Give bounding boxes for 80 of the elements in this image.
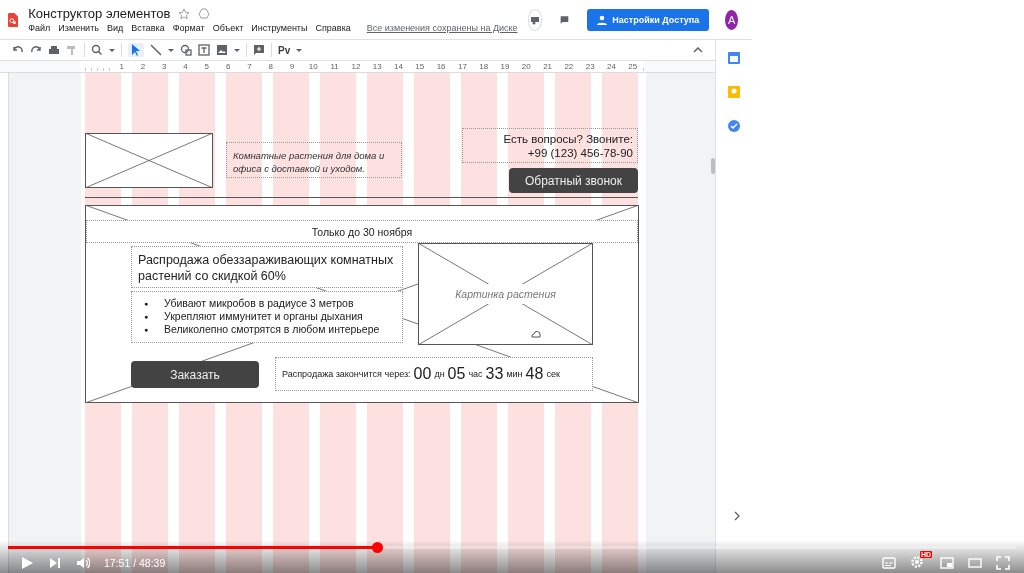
countdown-unit: мин (506, 369, 523, 379)
time-display: 17:51 / 48:39 (104, 557, 166, 569)
countdown-label: Распродажа закончится через: (282, 369, 411, 379)
banner-text: Только до 30 ноября (311, 225, 413, 238)
countdown-unit: дн (434, 369, 445, 379)
scrollbar-thumb[interactable] (711, 158, 715, 174)
share-button[interactable]: Настройки Доступа (587, 8, 710, 31)
caret-icon[interactable] (296, 48, 303, 52)
presenter-icon (529, 14, 540, 25)
print-icon[interactable] (48, 45, 60, 55)
countdown-value: 00 (413, 365, 432, 383)
ruler-number: 9 (281, 62, 303, 71)
next-icon[interactable] (48, 556, 62, 570)
scrubber-handle[interactable] (371, 542, 383, 553)
bullet-item: Укрепляют иммунитет и органы дыхания (164, 310, 364, 323)
miniplayer-icon[interactable] (940, 556, 954, 570)
avatar[interactable]: A (725, 9, 738, 30)
countdown-value: 33 (485, 365, 504, 383)
countdown-unit: сек (546, 369, 560, 379)
fullscreen-icon[interactable] (996, 556, 1010, 570)
bullet-item: Убивают микробов в радиусе 3 метров (164, 297, 355, 310)
ruler-number: 6 (217, 62, 239, 71)
play-icon[interactable] (20, 556, 34, 570)
cursor-icon[interactable] (128, 43, 144, 57)
ruler-number: 11 (323, 62, 346, 71)
ruler-number: 2 (132, 62, 154, 71)
text-tool-button[interactable]: Pv (278, 44, 291, 56)
save-status-link[interactable]: Все изменения сохранены на Диске (366, 23, 518, 33)
caret-icon[interactable] (168, 48, 174, 52)
ruler-number: 20 (515, 62, 537, 71)
expand-panel-icon[interactable] (734, 511, 740, 521)
menu-item[interactable]: Формат (172, 23, 205, 33)
ruler-number: 22 (558, 62, 580, 71)
menu-item[interactable]: Объект (212, 23, 244, 33)
countdown-unit: час (468, 369, 483, 379)
undo-icon[interactable] (12, 45, 24, 55)
volume-icon[interactable] (76, 556, 90, 570)
line-icon[interactable] (150, 44, 162, 56)
subtitles-icon[interactable] (882, 556, 896, 570)
caret-icon[interactable] (234, 48, 240, 52)
order-button[interactable]: Заказать (131, 361, 259, 388)
caret-icon[interactable] (109, 48, 115, 52)
ruler-number: 15 (409, 62, 431, 71)
cloud-icon (531, 330, 541, 338)
menu-item[interactable]: Файл (28, 23, 51, 33)
collapse-icon[interactable] (693, 47, 703, 53)
menu-item[interactable]: Изменить (58, 23, 99, 33)
menu-item[interactable]: Справка (315, 23, 351, 33)
shape-icon[interactable] (180, 44, 192, 56)
bullet-item: Великолепно смотрятся в любом интерьере (164, 323, 380, 336)
image-icon[interactable] (216, 44, 228, 56)
tagline-text: Комнатные растения для дома и офиса с доставкой и уходом. (226, 142, 402, 178)
add-comment-icon[interactable] (253, 44, 265, 56)
contact-text: +99 (123) 456-78-90 (526, 146, 633, 160)
callback-button[interactable]: Обратный звонок (509, 168, 638, 193)
menu-item[interactable]: Вставка (131, 23, 165, 33)
ruler-number: 18 (473, 62, 495, 71)
drive-icon[interactable] (198, 7, 211, 20)
redo-icon[interactable] (30, 45, 42, 55)
menu-item[interactable]: Инструменты (251, 23, 308, 33)
textbox-icon[interactable] (198, 44, 210, 56)
settings-icon[interactable] (910, 555, 924, 569)
theater-mode-icon[interactable] (968, 556, 982, 570)
image-caption: Картинка растения (455, 288, 556, 300)
ruler-number: 4 (174, 62, 197, 71)
contact-text: Есть вопросы? Звоните: (502, 132, 633, 146)
star-icon[interactable] (178, 7, 191, 20)
tasks-icon[interactable] (728, 120, 740, 132)
document-title[interactable]: Конструктор элементов (28, 6, 171, 21)
countdown-value: 48 (525, 365, 544, 383)
person-icon (597, 14, 608, 25)
ruler-number: 24 (600, 62, 623, 71)
ruler-number: 7 (238, 62, 261, 71)
countdown-value: 05 (447, 365, 466, 383)
ruler-number: 13 (366, 62, 388, 71)
menu-item[interactable]: Вид (106, 23, 124, 33)
headline-text: Распродажа обеззараживающих комнатных растений со скидкой 60% (131, 246, 403, 288)
zoom-icon[interactable] (91, 44, 103, 56)
calendar-icon[interactable] (728, 52, 740, 64)
ruler-number: 16 (430, 62, 452, 71)
